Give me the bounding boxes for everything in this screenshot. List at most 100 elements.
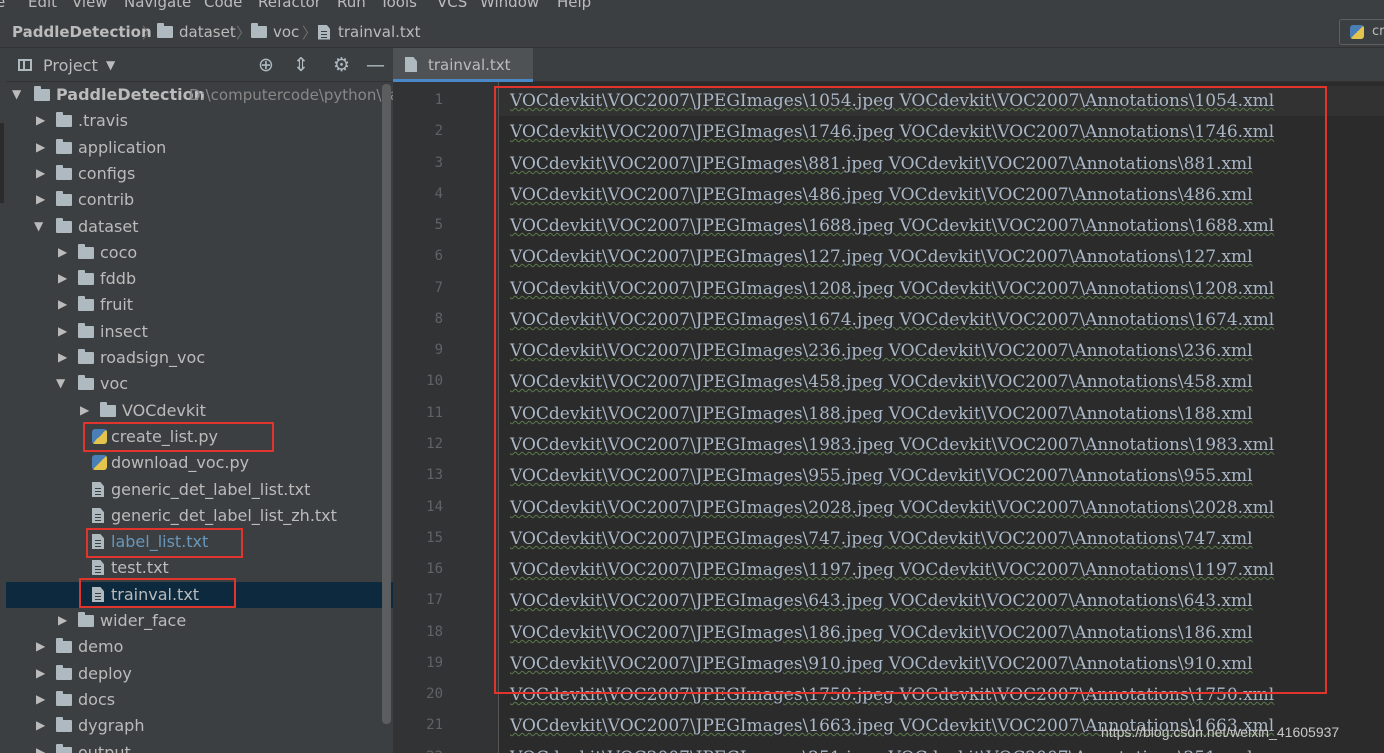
tree-item[interactable]: generic_det_label_list_zh.txt <box>6 503 393 529</box>
chevron-right-icon[interactable]: ▶ <box>36 166 45 180</box>
tree-item[interactable]: label_list.txt <box>6 529 393 555</box>
chevron-right-icon[interactable]: ▶ <box>80 403 89 417</box>
breadcrumb-file[interactable]: trainval.txt <box>318 22 421 42</box>
tab-trainval-txt[interactable]: trainval.txt <box>393 48 533 82</box>
line-number: 5 <box>434 217 443 233</box>
menu-item[interactable]: Help <box>557 0 591 11</box>
menu-item[interactable]: Run <box>337 0 366 11</box>
run-configuration-selector[interactable]: cr <box>1339 19 1384 45</box>
chevron-right-icon[interactable]: ▶ <box>58 350 67 364</box>
tree-item[interactable]: create_list.py <box>6 424 393 450</box>
tree-item[interactable]: ▶ demo <box>6 634 393 660</box>
tree-item[interactable]: ▶ docs <box>6 687 393 713</box>
tree-item[interactable]: ▶ insect <box>6 319 393 345</box>
line-number: 6 <box>434 248 443 264</box>
line-number: 3 <box>434 155 443 171</box>
tree-item-label: fddb <box>100 269 137 288</box>
breadcrumb-project-label: PaddleDetection <box>12 23 152 41</box>
chevron-right-icon[interactable]: ▶ <box>58 245 67 259</box>
menu-item[interactable]: Code <box>204 0 242 11</box>
text-file-icon <box>318 24 330 40</box>
chevron-right-icon[interactable]: ▶ <box>36 745 45 753</box>
code-line: VOCdevkit\VOC2007\JPEGImages\2028.jpeg V… <box>510 498 1275 518</box>
locate-file-icon[interactable]: ⊕ <box>258 54 274 76</box>
menu-item[interactable]: Edit <box>28 0 57 11</box>
line-number: 15 <box>426 530 443 546</box>
tree-item-label: trainval.txt <box>111 585 200 604</box>
tree-item[interactable]: ▶ deploy <box>6 661 393 687</box>
menu-item[interactable]: Tools <box>380 0 417 11</box>
code-line: VOCdevkit\VOC2007\JPEGImages\955.jpeg VO… <box>510 466 1253 486</box>
tree-item[interactable]: ▶ contrib <box>6 187 393 213</box>
chevron-right-icon[interactable]: ▶ <box>36 192 45 206</box>
line-number: 4 <box>434 186 443 202</box>
chevron-right-icon[interactable]: ▶ <box>58 297 67 311</box>
gear-icon[interactable]: ⚙ <box>333 54 350 76</box>
tree-item[interactable]: generic_det_label_list.txt <box>6 477 393 503</box>
tree-item-label: docs <box>78 690 116 709</box>
chevron-right-icon[interactable]: ▶ <box>36 639 45 653</box>
tree-item[interactable]: ▼ voc <box>6 371 393 397</box>
menu-item[interactable]: Navigate <box>124 0 191 11</box>
chevron-down-icon[interactable]: ▼ <box>34 219 43 233</box>
tree-item[interactable]: trainval.txt <box>6 582 393 608</box>
tree-item-label: PaddleDetection <box>56 85 205 104</box>
tree-item[interactable]: ▶ roadsign_voc <box>6 345 393 371</box>
tree-item[interactable]: ▶ .travis <box>6 108 393 134</box>
tree-item[interactable]: ▶ fruit <box>6 292 393 318</box>
folder-icon <box>56 165 72 180</box>
tree-item[interactable]: ▶ configs <box>6 161 393 187</box>
breadcrumb-voc[interactable]: voc <box>251 22 299 42</box>
chevron-right-icon[interactable]: ▶ <box>36 718 45 732</box>
breadcrumb-project[interactable]: PaddleDetection <box>12 22 152 42</box>
chevron-right-icon[interactable]: ▶ <box>58 324 67 338</box>
tree-item[interactable]: ▶ application <box>6 135 393 161</box>
tree-item[interactable]: ▶ wider_face <box>6 608 393 634</box>
project-tree-scrollbar[interactable] <box>382 84 391 724</box>
folder-icon <box>100 402 116 417</box>
menu-bar: e Edit View Navigate Code Refactor Run Tools VCS… <box>0 0 1384 16</box>
chevron-right-icon[interactable]: ▶ <box>36 692 45 706</box>
editor-tab-bar: trainval.txt <box>393 48 1384 82</box>
tree-item[interactable]: ▼ PaddleDetection D:\computercode\python\P… <box>6 82 393 108</box>
tree-item-label: deploy <box>78 664 132 683</box>
watermark-text: https://blog.csdn.net/weixin_41605937 <box>1101 724 1340 740</box>
chevron-right-icon[interactable]: ▶ <box>36 113 45 127</box>
code-line: VOCdevkit\VOC2007\JPEGImages\1054.jpeg V… <box>510 91 1275 111</box>
chevron-right-icon[interactable]: ▶ <box>36 666 45 680</box>
chevron-right-icon[interactable]: ▶ <box>58 613 67 627</box>
breadcrumb-dataset[interactable]: dataset <box>157 22 236 42</box>
navigation-bar: PaddleDetection 〉 dataset 〉 voc 〉 trainv… <box>0 16 1384 48</box>
chevron-down-icon[interactable]: ▼ <box>106 58 115 72</box>
menu-item[interactable]: Window <box>480 0 539 11</box>
project-tool-window-button[interactable] <box>0 123 4 203</box>
chevron-right-icon[interactable]: ▶ <box>36 140 45 154</box>
tree-item[interactable]: ▶ VOCdevkit <box>6 398 393 424</box>
menu-item[interactable]: e <box>0 0 5 11</box>
hide-panel-icon[interactable]: — <box>366 54 385 76</box>
folder-icon <box>56 665 72 680</box>
chevron-right-icon[interactable]: ▶ <box>58 271 67 285</box>
collapse-all-icon[interactable]: ⇕ <box>293 54 309 76</box>
tree-item[interactable]: test.txt <box>6 555 393 581</box>
code-line: VOCdevkit\VOC2007\JPEGImages\910.jpeg VO… <box>510 654 1253 674</box>
chevron-down-icon[interactable]: ▼ <box>12 87 21 101</box>
tree-item[interactable]: download_voc.py <box>6 450 393 476</box>
code-line: VOCdevkit\VOC2007\JPEGImages\486.jpeg VO… <box>510 185 1253 205</box>
project-panel: Project ▼ ⊕ ⇕ ⚙ — ▼ PaddleDetection D:\com… <box>6 48 393 753</box>
line-number: 19 <box>426 655 443 671</box>
chevron-down-icon[interactable]: ▼ <box>56 376 65 390</box>
tree-item-label: contrib <box>78 190 135 209</box>
text-file-icon <box>92 560 104 575</box>
menu-item[interactable]: Refactor <box>258 0 321 11</box>
tree-item[interactable]: ▶ output <box>6 740 393 753</box>
tree-item[interactable]: ▼ dataset <box>6 214 393 240</box>
tree-item[interactable]: ▶ coco <box>6 240 393 266</box>
project-panel-title[interactable]: Project <box>43 56 98 75</box>
menu-item[interactable]: View <box>72 0 108 11</box>
menu-item[interactable]: VCS <box>437 0 467 11</box>
tree-item[interactable]: ▶ fddb <box>6 266 393 292</box>
tree-item[interactable]: ▶ dygraph <box>6 713 393 739</box>
folder-icon <box>78 323 94 338</box>
code-line: VOCdevkit\VOC2007\JPEGImages\236.jpeg VO… <box>510 341 1253 361</box>
